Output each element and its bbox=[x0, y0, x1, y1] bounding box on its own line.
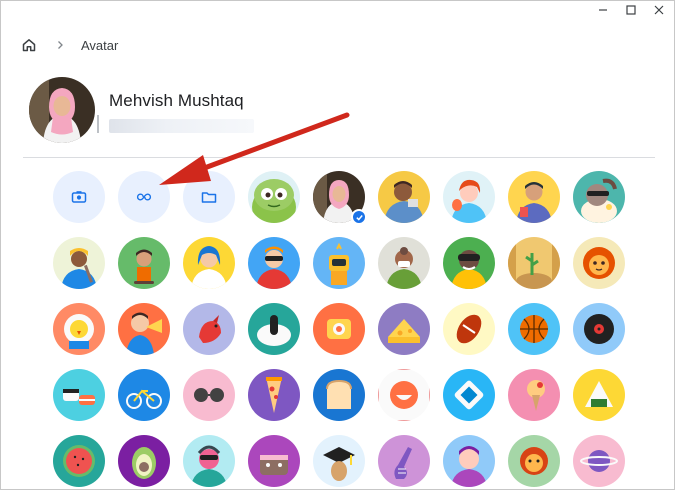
avatar-option-selected[interactable] bbox=[313, 171, 367, 225]
page-title: Avatar bbox=[81, 37, 119, 53]
avatar-option[interactable] bbox=[183, 237, 235, 289]
avatar-option[interactable] bbox=[118, 369, 170, 421]
avatar-option[interactable] bbox=[118, 303, 170, 355]
avatar-option[interactable] bbox=[248, 369, 300, 421]
avatar-option[interactable] bbox=[313, 435, 365, 487]
avatar-option[interactable] bbox=[508, 171, 560, 223]
avatar-option[interactable] bbox=[53, 303, 105, 355]
maximize-icon[interactable] bbox=[624, 3, 638, 17]
avatar-option[interactable] bbox=[378, 303, 430, 355]
avatar-option[interactable] bbox=[53, 237, 105, 289]
redacted-email bbox=[109, 119, 254, 133]
avatar-option[interactable] bbox=[118, 435, 170, 487]
avatar-option[interactable] bbox=[248, 237, 300, 289]
avatar-option[interactable] bbox=[183, 369, 235, 421]
avatar-option[interactable] bbox=[378, 171, 430, 223]
link-button[interactable] bbox=[118, 171, 170, 223]
profile-name: Mehvish Mushtaq bbox=[109, 91, 244, 110]
avatar-option[interactable] bbox=[378, 237, 430, 289]
chevron-right-icon bbox=[55, 40, 65, 50]
avatar-option[interactable] bbox=[248, 171, 300, 223]
avatar-option[interactable] bbox=[443, 303, 495, 355]
avatar-option[interactable] bbox=[183, 435, 235, 487]
text-cursor bbox=[97, 115, 99, 133]
avatar-option[interactable] bbox=[378, 435, 430, 487]
avatar-option[interactable] bbox=[508, 435, 560, 487]
close-icon[interactable] bbox=[652, 3, 666, 17]
avatar-option[interactable] bbox=[573, 171, 625, 223]
avatar-option[interactable] bbox=[248, 303, 300, 355]
divider bbox=[23, 157, 655, 158]
choose-file-button[interactable] bbox=[183, 171, 235, 223]
profile-avatar bbox=[29, 77, 95, 143]
avatar-option[interactable] bbox=[118, 237, 170, 289]
avatar-option[interactable] bbox=[443, 435, 495, 487]
avatar-option[interactable] bbox=[508, 303, 560, 355]
link-icon bbox=[136, 193, 152, 201]
avatar-option[interactable] bbox=[443, 237, 495, 289]
avatar-option[interactable] bbox=[248, 435, 300, 487]
avatar-grid bbox=[53, 171, 625, 487]
avatar-option[interactable] bbox=[313, 369, 365, 421]
avatar-option[interactable] bbox=[573, 303, 625, 355]
breadcrumb: Avatar bbox=[21, 36, 118, 54]
home-icon[interactable] bbox=[21, 37, 37, 53]
avatar-option[interactable] bbox=[53, 435, 105, 487]
avatar-option[interactable] bbox=[508, 369, 560, 421]
profile-header: Mehvish Mushtaq bbox=[29, 77, 254, 143]
avatar-option[interactable] bbox=[313, 303, 365, 355]
take-photo-button[interactable] bbox=[53, 171, 105, 223]
avatar-option[interactable] bbox=[183, 303, 235, 355]
avatar-option[interactable] bbox=[53, 369, 105, 421]
avatar-option[interactable] bbox=[508, 237, 560, 289]
avatar-option[interactable] bbox=[443, 369, 495, 421]
avatar-option[interactable] bbox=[573, 369, 625, 421]
avatar-option[interactable] bbox=[573, 237, 625, 289]
avatar-option[interactable] bbox=[573, 435, 625, 487]
avatar-option[interactable] bbox=[313, 237, 365, 289]
avatar-option[interactable] bbox=[443, 171, 495, 223]
avatar-option[interactable] bbox=[378, 369, 430, 421]
selected-check-icon bbox=[351, 209, 367, 225]
minimize-icon[interactable] bbox=[596, 3, 610, 17]
folder-icon bbox=[201, 192, 217, 203]
camera-icon bbox=[71, 191, 87, 203]
avatar-settings-window: Avatar Mehvish Mushtaq bbox=[0, 0, 675, 490]
window-controls bbox=[596, 3, 666, 17]
